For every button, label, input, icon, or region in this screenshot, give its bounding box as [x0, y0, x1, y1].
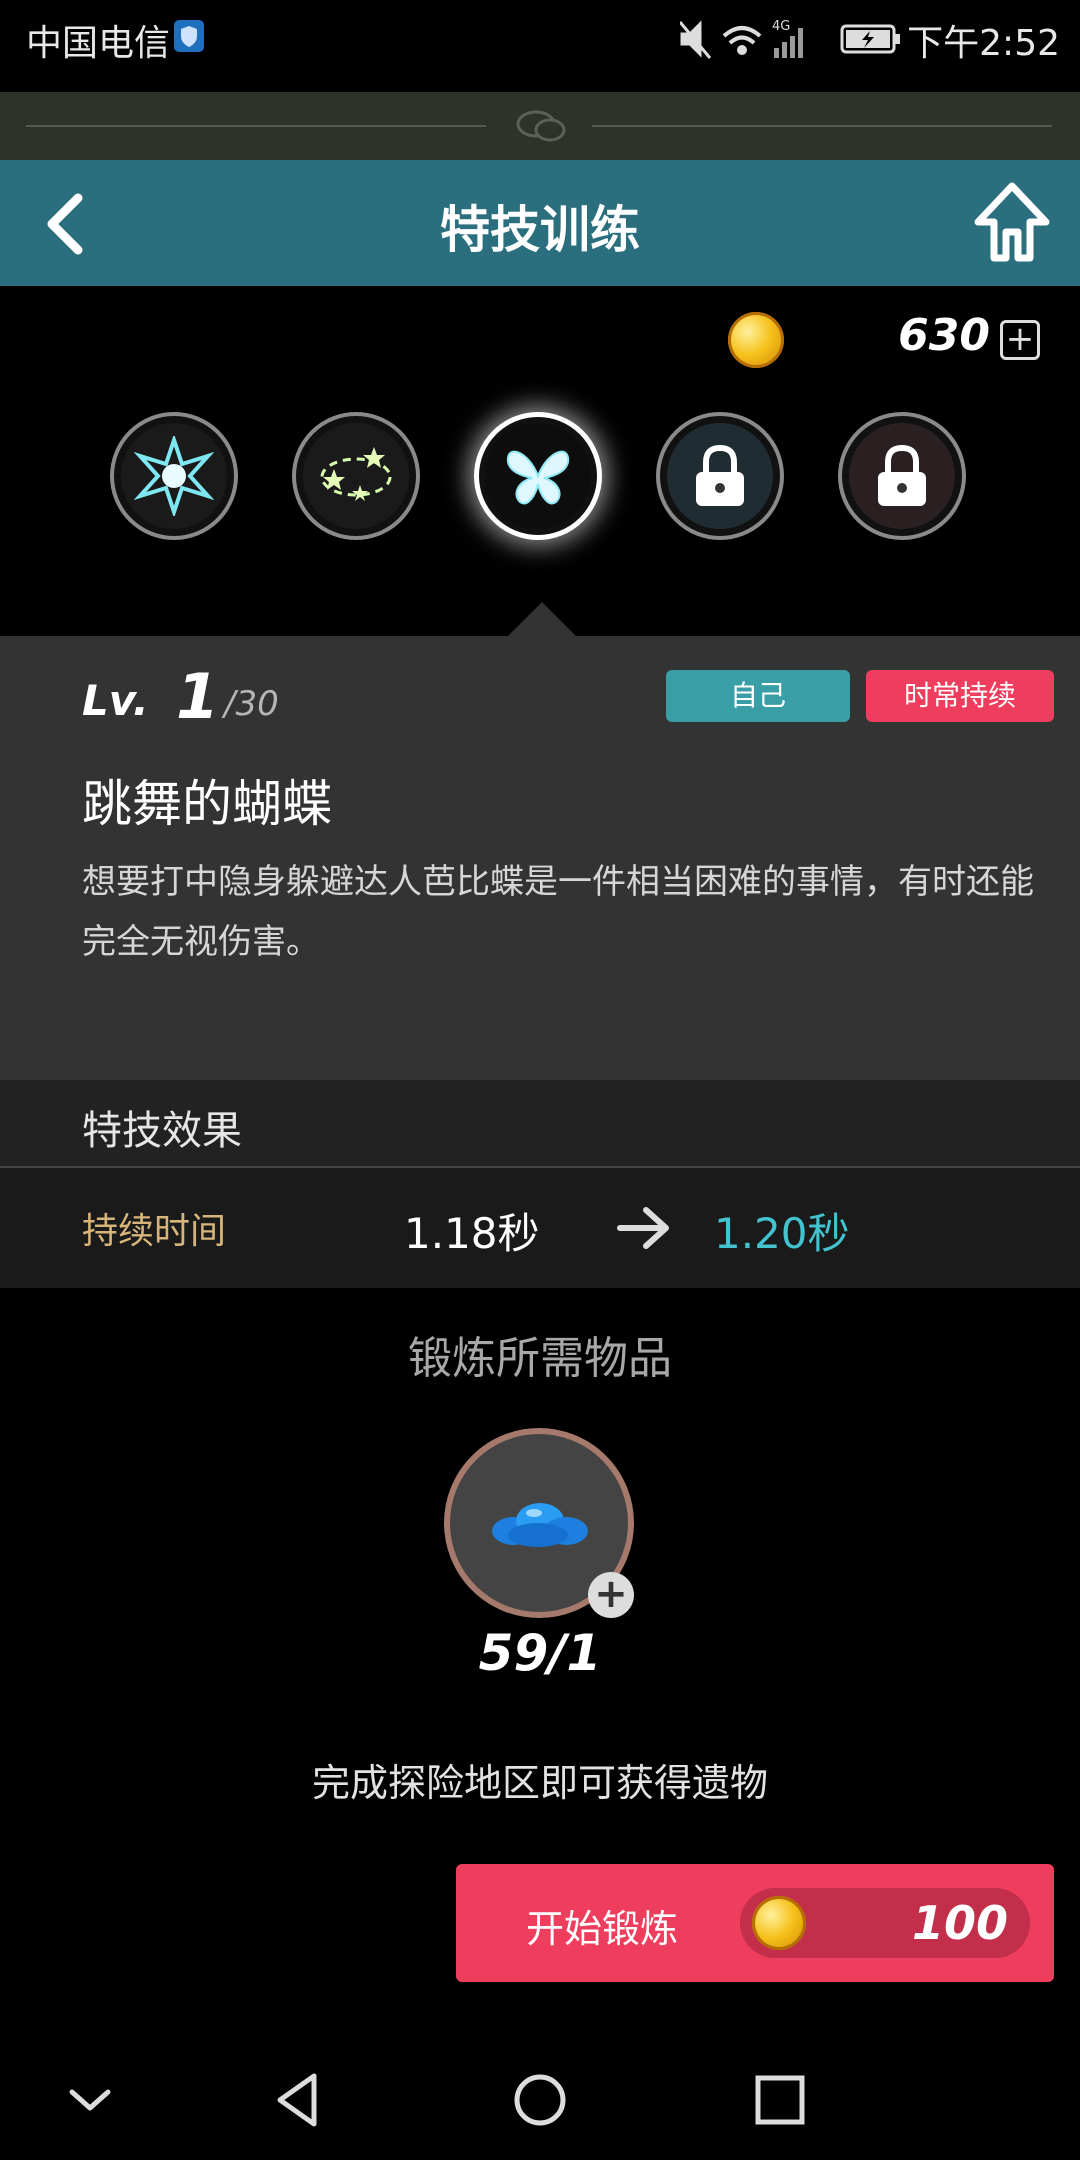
skill-slot-3[interactable] [474, 412, 602, 540]
butterfly-icon [506, 450, 570, 505]
orbit-stars-icon [320, 447, 392, 501]
coin-icon [752, 1896, 806, 1950]
clock: 下午2:52 [907, 23, 1060, 64]
wifi-icon [722, 26, 762, 55]
chevron-down-icon[interactable] [58, 2068, 122, 2132]
svg-text:4G: 4G [772, 19, 790, 34]
duration-tag: 时常持续 [866, 670, 1054, 722]
security-shield-icon [174, 20, 204, 52]
effect-label: 持续时间 [82, 1211, 227, 1252]
skill-slot-5[interactable] [838, 412, 966, 540]
chat-strip[interactable] [0, 92, 1080, 160]
target-tag: 自己 [666, 670, 850, 722]
level-max: /30 [224, 684, 279, 724]
divider [26, 125, 486, 127]
nav-home-icon[interactable] [508, 2068, 572, 2132]
add-currency-button[interactable]: + [1000, 320, 1040, 360]
effect-next-value: 1.20秒 [714, 1209, 850, 1258]
mute-icon [680, 20, 712, 59]
skill-slot-4[interactable] [656, 412, 784, 540]
home-icon[interactable] [972, 178, 1052, 264]
material-title: 锻炼所需物品 [408, 1333, 672, 1384]
effect-title: 特技效果 [82, 1108, 242, 1154]
starburst-icon [134, 436, 214, 516]
add-material-button[interactable]: + [588, 1572, 634, 1618]
cost-amount: 100 [911, 1896, 1008, 1950]
coin-icon [728, 312, 784, 368]
currency-amount: 630 [898, 310, 990, 361]
level-value: 1 [176, 660, 220, 733]
effect-current-value: 1.18秒 [404, 1209, 540, 1258]
status-icons: 4G [680, 19, 900, 59]
header-bar: 特技训练 [0, 160, 1080, 286]
carrier-label: 中国电信 [26, 23, 171, 64]
skill-slot-1[interactable] [110, 412, 238, 540]
divider [592, 125, 1052, 127]
effect-header: 特技效果 [0, 1080, 1080, 1168]
start-training-button[interactable]: 开始锻炼 100 [456, 1864, 1054, 1982]
skill-slot-2[interactable] [292, 412, 420, 540]
status-bar: 中国电信 4G 下午2:52 [0, 0, 1080, 92]
level-label: Lv. [82, 676, 149, 725]
material-count: 59/1 [478, 1624, 602, 1682]
lock-icon [696, 444, 744, 506]
blue-crystal-icon [492, 1503, 588, 1547]
effect-row: 持续时间 1.18秒 1.20秒 [0, 1168, 1080, 1288]
battery-icon [840, 24, 900, 54]
right-arrow-icon [617, 1207, 669, 1249]
skill-name: 跳舞的蝴蝶 [82, 775, 332, 833]
lock-icon [878, 444, 926, 506]
nav-back-icon[interactable] [268, 2068, 332, 2132]
page-title: 特技训练 [440, 201, 640, 259]
selection-pointer [508, 602, 576, 636]
material-hint: 完成探险地区即可获得遗物 [311, 1761, 768, 1805]
cost-pill: 100 [740, 1888, 1030, 1958]
start-label: 开始锻炼 [526, 1907, 679, 1951]
nav-recents-icon[interactable] [748, 2068, 812, 2132]
chat-icon[interactable] [512, 106, 572, 146]
system-nav-bar [0, 2040, 1080, 2160]
skill-description: 想要打中隐身躲避达人芭比蝶是一件相当困难的事情，有时还能完全无视伤害。 [82, 862, 1034, 962]
